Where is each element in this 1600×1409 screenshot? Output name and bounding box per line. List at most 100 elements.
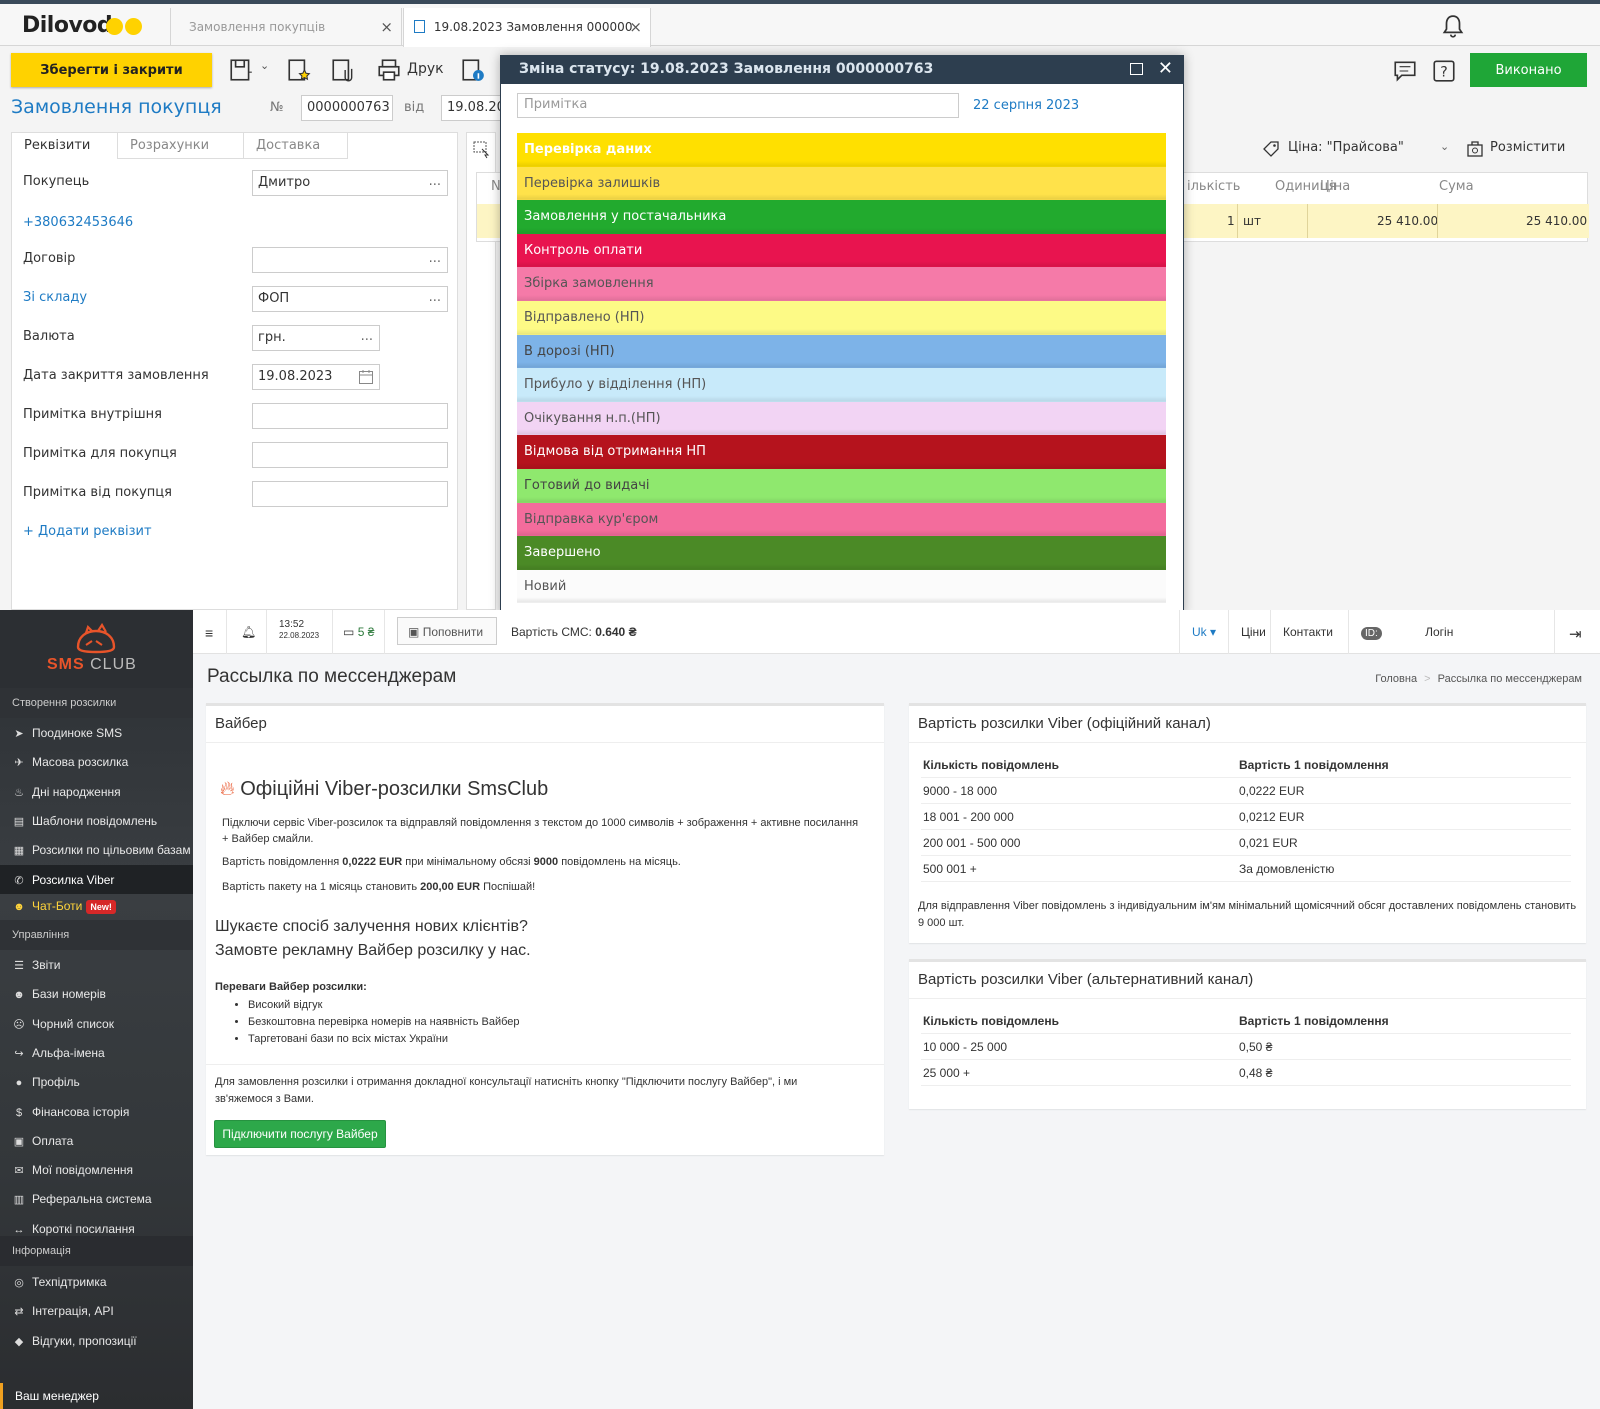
price-cell: 0,0212 EUR xyxy=(1239,810,1305,824)
sidebar-item[interactable]: ✆ Розсилка Viber xyxy=(0,864,193,894)
close-date-field[interactable]: 19.08.2023 xyxy=(252,364,380,390)
place-button[interactable]: Розмістити xyxy=(1490,140,1565,155)
topup-button[interactable]: ▣ Поповнити xyxy=(397,617,497,645)
sidebar-item[interactable]: ▣ Оплата xyxy=(0,1126,193,1155)
table-header-row: Кількість повідомлень Вартість 1 повідомл… xyxy=(921,1008,1571,1034)
sidebar-item[interactable]: ✈ Масова розсилка xyxy=(0,747,193,776)
sidebar-item[interactable]: ◎ Техпідтримка xyxy=(0,1267,193,1296)
status-list: Перевірка даних Перевірка залишків Замовле… xyxy=(517,133,1166,604)
comment-icon[interactable] xyxy=(1392,58,1418,84)
sidebar-item[interactable]: ♨ Дні народження xyxy=(0,777,193,806)
phone-link[interactable]: +380632453646 xyxy=(23,215,133,230)
logout-icon[interactable]: ⇥ xyxy=(1555,610,1600,654)
maximize-icon[interactable] xyxy=(1130,63,1143,75)
tab-requisites[interactable]: Реквізити xyxy=(12,133,118,159)
status-item[interactable]: Очікування н.п.(НП) xyxy=(517,401,1166,436)
sidebar-item[interactable]: ☻ Бази номерів xyxy=(0,979,193,1008)
sidebar-item[interactable]: ☰ Звіти xyxy=(0,950,193,979)
ellipsis-icon[interactable]: ... xyxy=(429,251,441,266)
new-badge: New! xyxy=(86,900,116,914)
done-button[interactable]: Виконано xyxy=(1470,53,1587,87)
status-item[interactable]: Прибуло у відділення (НП) xyxy=(517,368,1166,402)
chevron-down-icon[interactable]: ⌄ xyxy=(1440,140,1449,153)
close-date-value: 19.08.2023 xyxy=(258,369,333,384)
status-item[interactable]: Перевірка залишків xyxy=(517,166,1166,201)
doc-number-field[interactable]: 0000000763 xyxy=(301,95,393,121)
sidebar-item[interactable]: ● Профіль xyxy=(0,1067,193,1096)
close-icon[interactable]: × xyxy=(380,18,393,36)
note-input[interactable]: Примітка xyxy=(517,93,959,118)
info-doc-icon[interactable] xyxy=(460,57,486,83)
bell-icon[interactable]: 🔔︎ xyxy=(227,610,267,654)
sidebar-item-label: Шаблони повідомлень xyxy=(32,813,158,828)
sidebar-item[interactable]: $ Фінансова історія xyxy=(0,1097,193,1126)
status-item[interactable]: Контроль оплати xyxy=(517,233,1166,268)
language-select[interactable]: Uk ▾ xyxy=(1179,610,1229,654)
status-item[interactable]: Збірка замовлення xyxy=(517,267,1166,301)
currency-field[interactable]: грн.... xyxy=(252,325,380,351)
sidebar-item-label: Відгуки, пропозиції xyxy=(32,1333,137,1348)
manager-block[interactable]: Ваш менеджер xyxy=(0,1383,193,1409)
price-type-select[interactable]: Ціна: "Прайсова" xyxy=(1288,140,1404,155)
ellipsis-icon[interactable]: ... xyxy=(361,329,373,344)
chevron-down-icon[interactable]: ⌄ xyxy=(260,59,269,72)
sidebar-item[interactable]: ▤ Шаблони повідомлень xyxy=(0,806,193,835)
status-date[interactable]: 22 серпня 2023 xyxy=(973,98,1079,113)
doc-date-field[interactable]: 19.08.2023 xyxy=(441,95,503,121)
status-item[interactable]: Перевірка даних xyxy=(517,133,1166,167)
status-item[interactable]: Відправлено (НП) xyxy=(517,300,1166,335)
note-buyer-field[interactable] xyxy=(252,442,448,468)
sidebar-item[interactable]: ↪ Альфа-імена xyxy=(0,1038,193,1067)
account[interactable]: ID: Логін xyxy=(1349,610,1555,654)
sidebar-item[interactable]: ◆ Відгуки, пропозиції xyxy=(0,1326,193,1355)
smsclub-logo[interactable]: SMS CLUB xyxy=(0,610,193,688)
sidebar-item[interactable]: ⇄ Інтеграція, API xyxy=(0,1296,193,1325)
connect-viber-button[interactable]: Підключити послугу Вайбер xyxy=(214,1120,386,1148)
note-from-buyer-field[interactable] xyxy=(252,481,448,507)
note-internal-field[interactable] xyxy=(252,403,448,429)
tab-delivery[interactable]: Доставка xyxy=(244,133,348,159)
bell-icon[interactable] xyxy=(1440,14,1466,40)
status-item[interactable]: Завершено xyxy=(517,536,1166,570)
sidebar-item[interactable]: ▦ Розсилки по цільовим базам xyxy=(0,835,193,864)
tab-payments[interactable]: Розрахунки xyxy=(118,133,244,159)
contract-field[interactable]: ... xyxy=(252,247,448,273)
calendar-icon[interactable] xyxy=(358,369,374,385)
tag-icon[interactable] xyxy=(1262,140,1280,158)
sidebar-item[interactable]: ☹ Чорний список xyxy=(0,1009,193,1038)
sidebar-item[interactable]: ▥ Реферальна система xyxy=(0,1184,193,1213)
attach-doc-icon[interactable] xyxy=(330,57,356,83)
column-header: Вартість 1 повідомлення xyxy=(1239,758,1389,772)
warehouse-label[interactable]: Зі складу xyxy=(23,290,87,305)
sidebar-item[interactable]: ✉ Мої повідомлення xyxy=(0,1155,193,1184)
status-item[interactable]: Відмова від отримання НП xyxy=(517,435,1166,469)
ellipsis-icon[interactable]: ... xyxy=(429,174,441,189)
contacts-link[interactable]: Контакти xyxy=(1271,610,1349,654)
favorite-doc-icon[interactable] xyxy=(286,57,312,83)
close-icon[interactable]: × xyxy=(629,18,642,36)
print-icon[interactable] xyxy=(376,57,402,83)
select-cursor-icon[interactable] xyxy=(473,141,491,159)
save-close-button[interactable]: Зберегти і закрити xyxy=(11,53,212,87)
status-item[interactable]: Готовий до видачі xyxy=(517,468,1166,503)
sidebar-item-chatbots[interactable]: ☻ Чат-Боти New! xyxy=(0,891,193,920)
print-button[interactable]: Друк xyxy=(407,61,444,77)
sidebar-item[interactable]: ➤ Поодиноке SMS xyxy=(0,718,193,747)
help-icon[interactable]: ? xyxy=(1431,58,1457,84)
tab-orders-list[interactable]: Замовлення покупців × xyxy=(170,8,402,46)
menu-toggle-icon[interactable]: ≡ xyxy=(193,610,227,654)
buyer-field[interactable]: Дмитро... xyxy=(252,170,448,196)
close-icon[interactable]: ✕ xyxy=(1158,58,1173,79)
status-item[interactable]: Замовлення у постачальника xyxy=(517,200,1166,234)
place-icon[interactable] xyxy=(1466,140,1484,158)
save-icon[interactable] xyxy=(228,57,254,83)
status-item[interactable]: Новий xyxy=(517,569,1166,604)
ellipsis-icon[interactable]: ... xyxy=(429,290,441,305)
warehouse-field[interactable]: ФОП... xyxy=(252,286,448,312)
add-field-link[interactable]: + Додати реквізит xyxy=(23,524,152,539)
status-item[interactable]: Відправка кур'єром xyxy=(517,502,1166,537)
prices-link[interactable]: Ціни xyxy=(1229,610,1271,654)
status-item[interactable]: В дорозі (НП) xyxy=(517,334,1166,369)
tab-current-order[interactable]: 19.08.2023 Замовлення 000000 × xyxy=(403,8,651,47)
breadcrumb-home[interactable]: Головна xyxy=(1375,673,1417,685)
